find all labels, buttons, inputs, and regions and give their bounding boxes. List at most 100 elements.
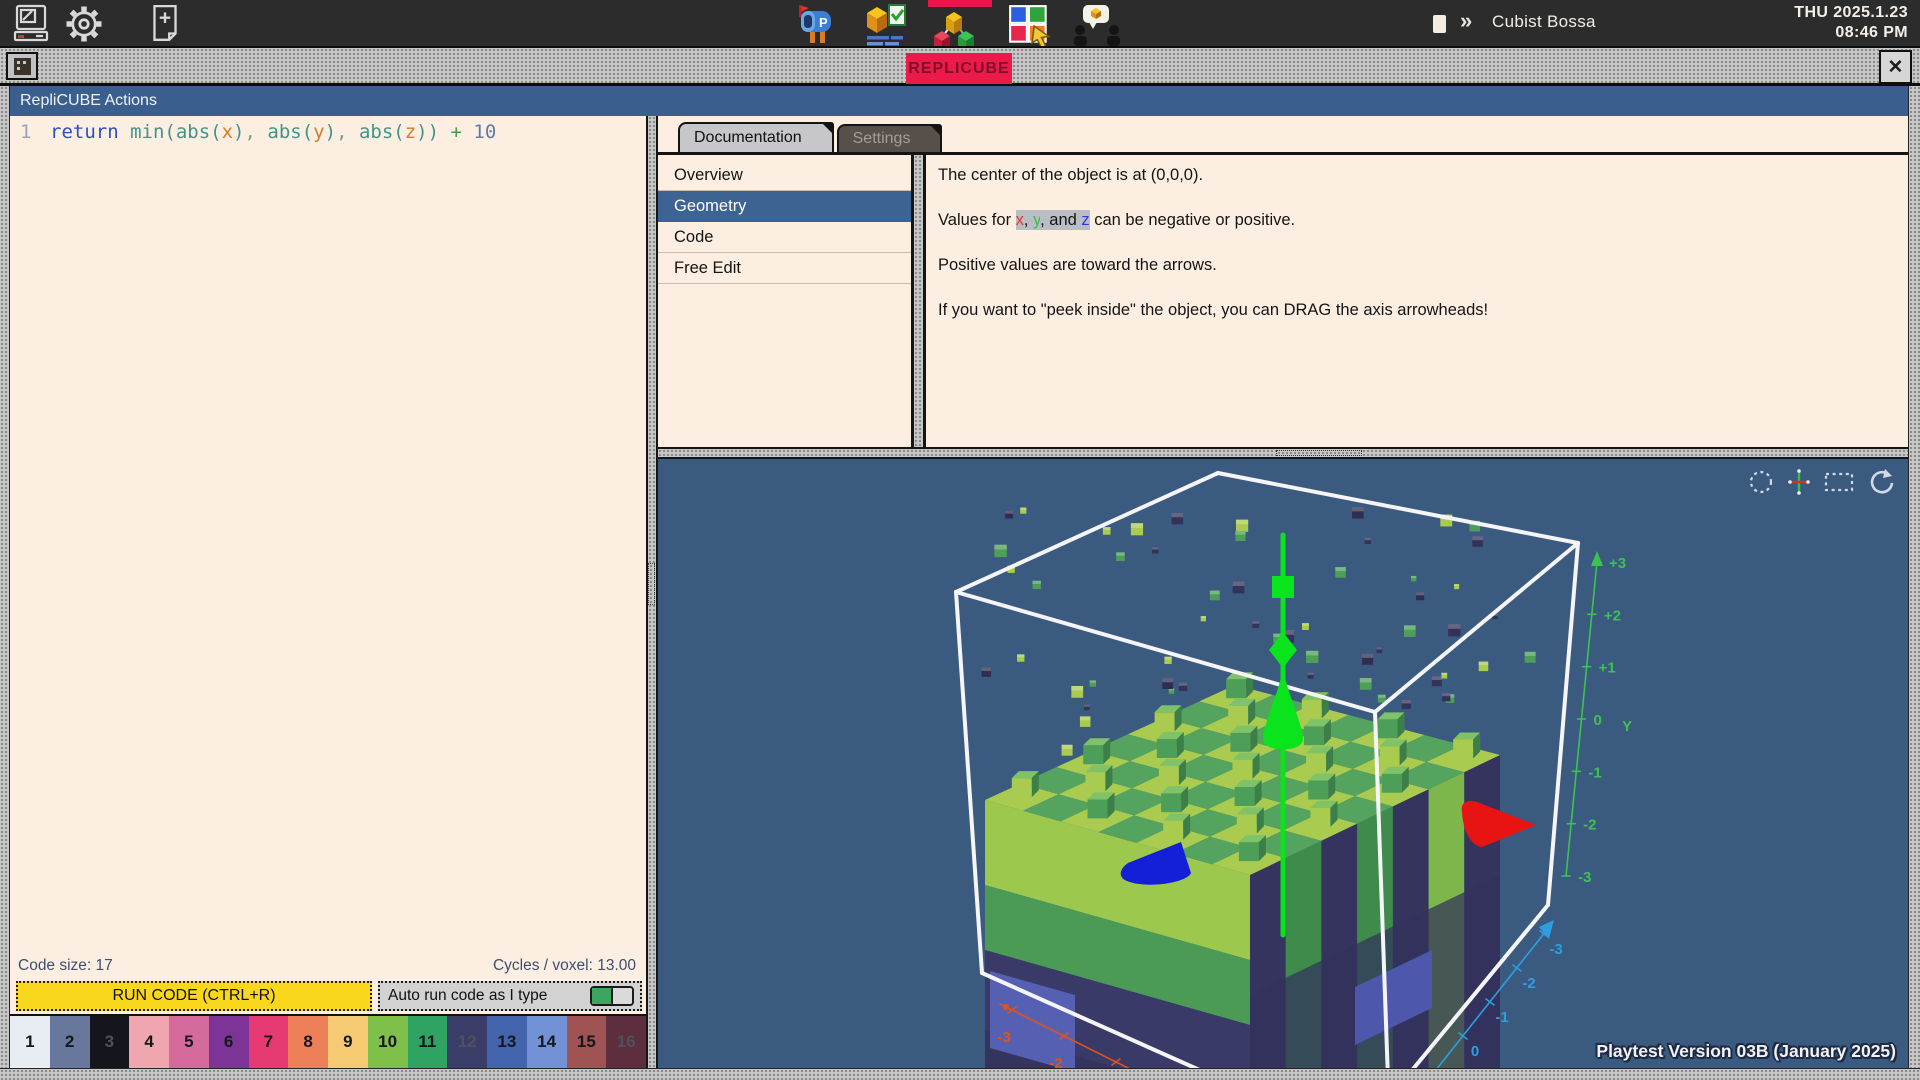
palette-swatch-4[interactable]: 4 — [129, 1016, 169, 1068]
code-token: return — [50, 121, 130, 143]
docs-body: OverviewGeometryCodeFree Edit The center… — [658, 155, 1908, 447]
reset-view-icon[interactable] — [1866, 467, 1896, 497]
docs-panel: DocumentationSettings OverviewGeometryCo… — [658, 116, 1908, 447]
replicube-app: P — [0, 0, 1920, 1080]
palette-swatch-3[interactable]: 3 — [90, 1016, 130, 1068]
horizontal-splitter[interactable] — [658, 447, 1908, 459]
code-token: )) — [416, 121, 439, 143]
code-token: z — [405, 121, 416, 143]
code-token: abs( — [267, 121, 313, 143]
time-label: 08:46 PM — [1794, 23, 1908, 43]
palette-swatch-14[interactable]: 14 — [527, 1016, 567, 1068]
music-next-icon[interactable]: » — [1460, 8, 1472, 34]
voxel-viewport[interactable]: +3+2+10-1-2-3Y-3-2-10-3-2 Playtest Versi… — [658, 459, 1908, 1068]
svg-text:-1: -1 — [1588, 764, 1601, 781]
code-token: ) — [233, 121, 244, 143]
code-token: ) — [325, 121, 336, 143]
palette-swatch-6[interactable]: 6 — [209, 1016, 249, 1068]
svg-text:+1: +1 — [1599, 660, 1616, 677]
docs-nav: OverviewGeometryCodeFree Edit — [658, 155, 914, 447]
community-chat-icon[interactable] — [1072, 3, 1122, 52]
close-icon: ✕ — [1888, 56, 1904, 79]
code-token: y — [313, 121, 324, 143]
palette-swatch-16[interactable]: 16 — [606, 1016, 646, 1068]
docs-nav-item-code[interactable]: Code — [658, 222, 911, 253]
palette-swatch-15[interactable]: 15 — [567, 1016, 607, 1068]
circle-select-icon[interactable] — [1748, 469, 1774, 495]
date-label: THU 2025.1.23 — [1794, 3, 1908, 23]
tab-documentation[interactable]: Documentation — [678, 122, 834, 152]
right-frame-strip — [1908, 86, 1920, 1080]
docs-paragraph: If you want to "peek inside" the object,… — [938, 300, 1884, 320]
svg-text:-1: -1 — [1495, 1009, 1508, 1026]
code-token: min(abs( — [130, 121, 222, 143]
run-code-button[interactable]: RUN CODE (CTRL+R) — [16, 981, 372, 1011]
svg-text:0: 0 — [1471, 1043, 1479, 1060]
settings-gear-icon[interactable] — [64, 4, 104, 49]
palette-swatch-10[interactable]: 10 — [368, 1016, 408, 1068]
code-editor[interactable]: 1 return min(abs(x), abs(y), abs(z)) + 1… — [10, 116, 646, 953]
window-menu-button[interactable] — [6, 52, 38, 80]
music-stop-icon[interactable] — [1433, 15, 1446, 33]
box-select-icon[interactable] — [1824, 470, 1854, 494]
panel-header-title: RepliCUBE Actions — [20, 92, 157, 110]
editor-controls-row: RUN CODE (CTRL+R) Auto run code as I typ… — [10, 979, 646, 1014]
svg-text:P: P — [819, 15, 828, 30]
close-button[interactable]: ✕ — [1879, 50, 1912, 84]
docs-nav-item-free-edit[interactable]: Free Edit — [658, 253, 911, 284]
docs-nav-item-overview[interactable]: Overview — [658, 160, 911, 191]
svg-text:-2: -2 — [1049, 1055, 1062, 1068]
docs-content: The center of the object is at (0,0,0). V… — [926, 155, 1908, 447]
svg-text:-2: -2 — [1522, 975, 1535, 992]
autorun-label: Auto run code as I type — [388, 987, 547, 1005]
palette-swatch-7[interactable]: 7 — [249, 1016, 289, 1068]
publish-mailbox-icon[interactable]: P — [795, 3, 837, 52]
code-editor-panel: 1 return min(abs(x), abs(y), abs(z)) + 1… — [10, 116, 646, 1068]
autorun-toggle[interactable] — [590, 986, 634, 1006]
code-token: , — [336, 121, 359, 143]
vertical-splitter[interactable] — [646, 116, 658, 1068]
docs-paragraph: Values for x, y, and z can be negative o… — [938, 210, 1884, 230]
line-number: 1 — [10, 120, 50, 144]
svg-text:+3: +3 — [1609, 555, 1626, 572]
autorun-panel: Auto run code as I type — [378, 981, 642, 1011]
toggle-knob — [611, 988, 632, 1004]
viewport-tools — [1748, 467, 1896, 497]
palette-swatch-13[interactable]: 13 — [487, 1016, 527, 1068]
svg-text:Y: Y — [1622, 718, 1632, 735]
palette-swatch-9[interactable]: 9 — [328, 1016, 368, 1068]
code-token: abs( — [359, 121, 405, 143]
svg-text:-3: -3 — [997, 1029, 1010, 1046]
docs-paragraph: The center of the object is at (0,0,0). — [938, 165, 1884, 185]
docs-nav-item-geometry[interactable]: Geometry — [658, 191, 911, 222]
svg-text:-2: -2 — [1583, 817, 1596, 834]
code-line: 1 return min(abs(x), abs(y), abs(z)) + 1… — [10, 120, 646, 144]
horizontal-splitter-grip[interactable] — [1276, 450, 1362, 456]
window-titlebar[interactable]: REPLICUBE ✕ — [0, 46, 1920, 86]
svg-text:+2: +2 — [1604, 607, 1621, 624]
palette-swatch-11[interactable]: 11 — [408, 1016, 448, 1068]
palette-swatch-12[interactable]: 12 — [447, 1016, 487, 1068]
window-menu-icon — [14, 58, 31, 75]
new-file-icon[interactable] — [148, 4, 182, 49]
move-axes-icon[interactable] — [1786, 468, 1812, 496]
code-token: x — [222, 121, 233, 143]
palette-swatch-1[interactable]: 1 — [10, 1016, 50, 1068]
palette-swatch-5[interactable]: 5 — [169, 1016, 209, 1068]
task-checklist-icon[interactable] — [862, 3, 908, 52]
vertical-splitter-grip[interactable] — [648, 563, 655, 605]
docs-tabs: DocumentationSettings — [658, 116, 1908, 155]
svg-text:-3: -3 — [1549, 941, 1562, 958]
palette-swatch-2[interactable]: 2 — [50, 1016, 90, 1068]
tab-settings[interactable]: Settings — [837, 124, 943, 152]
version-label: Playtest Version 03B (January 2025) — [1596, 1041, 1896, 1062]
docs-nav-divider[interactable] — [914, 155, 926, 447]
palette-swatch-8[interactable]: 8 — [288, 1016, 328, 1068]
clock: THU 2025.1.23 08:46 PM — [1794, 3, 1908, 43]
palette: 12345678910111213141516 — [10, 1014, 646, 1068]
notification-strip — [928, 0, 992, 7]
voxel-scene: +3+2+10-1-2-3Y-3-2-10-3-2 — [658, 459, 1908, 1068]
code-token: + — [439, 121, 473, 143]
left-frame-strip — [0, 86, 10, 1080]
system-monitor-icon[interactable] — [12, 3, 50, 50]
